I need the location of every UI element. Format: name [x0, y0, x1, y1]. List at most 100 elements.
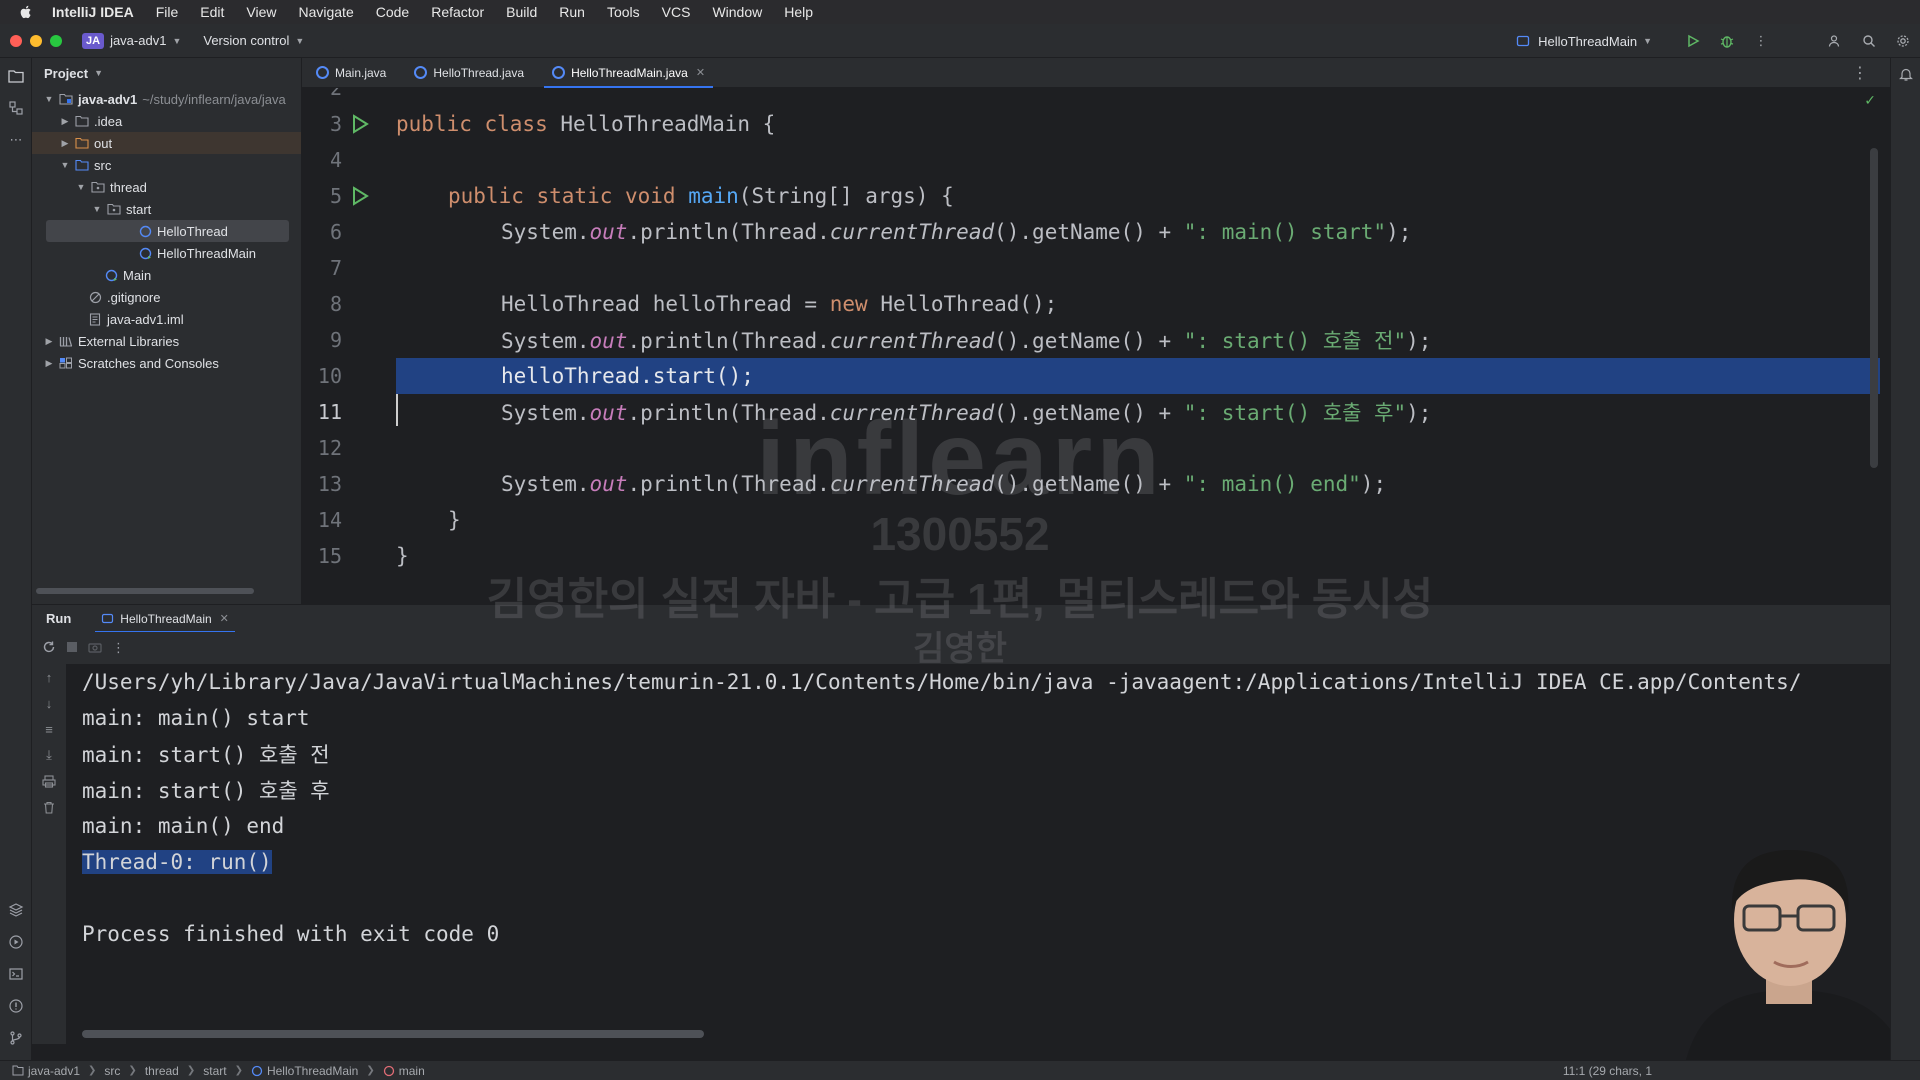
close-window-button[interactable]: [10, 34, 22, 47]
tree-item-hellothreadmain[interactable]: HelloThreadMain: [32, 242, 301, 264]
search-everywhere-button[interactable]: [1852, 24, 1886, 58]
tree-item-thread[interactable]: ▼ thread: [32, 176, 301, 198]
tree-item-external-libraries[interactable]: ▶ External Libraries: [32, 330, 301, 352]
menu-help[interactable]: Help: [784, 4, 813, 20]
code-editor[interactable]: ✓ 2 3 public class HelloThreadMain { 4 5…: [302, 88, 1890, 604]
tree-item-iml[interactable]: java-adv1.iml: [32, 308, 301, 330]
stop-button[interactable]: [66, 641, 78, 656]
tree-item-gitignore[interactable]: .gitignore: [32, 286, 301, 308]
more-tools-button[interactable]: ⋯: [0, 124, 32, 156]
menu-app-name[interactable]: IntelliJ IDEA: [52, 4, 134, 20]
menu-code[interactable]: Code: [376, 4, 409, 20]
project-switcher[interactable]: JA java-adv1 ▼: [82, 32, 181, 49]
breadcrumb-project[interactable]: java-adv1: [12, 1064, 80, 1078]
code-text: HelloThread helloThread = new HelloThrea…: [501, 292, 1058, 316]
tree-item-java-adv1[interactable]: ▼ java-adv1 ~/study/inflearn/java/java: [32, 88, 301, 110]
clear-console-button[interactable]: [32, 794, 66, 820]
tab-hellothreadmain-java[interactable]: HelloThreadMain.java ✕: [538, 58, 719, 88]
close-tab-icon[interactable]: ✕: [696, 66, 705, 79]
debug-button[interactable]: [1710, 24, 1744, 58]
camera-button[interactable]: [88, 641, 102, 656]
breadcrumb-class[interactable]: HelloThreadMain: [251, 1064, 358, 1078]
breadcrumb-src[interactable]: src: [104, 1064, 120, 1078]
project-horizontal-scrollbar[interactable]: [36, 588, 254, 594]
notifications-button[interactable]: [1891, 58, 1920, 90]
tree-label: HelloThread: [157, 223, 228, 239]
line-number: 2: [329, 88, 342, 100]
console-line: main: start() 호출 전: [82, 743, 330, 767]
scroll-to-end-button[interactable]: ⤓: [32, 742, 66, 768]
presenter-image: [1682, 850, 1912, 1080]
project-tool-button[interactable]: [0, 60, 32, 92]
print-button[interactable]: [32, 768, 66, 794]
structure-tool-button[interactable]: [0, 92, 32, 124]
run-panel-title: Run: [46, 611, 72, 626]
problems-tool-button[interactable]: [0, 990, 32, 1022]
menu-navigate[interactable]: Navigate: [298, 4, 353, 20]
line-number: 10: [317, 364, 342, 388]
tree-item-hellothread[interactable]: HelloThread: [46, 220, 289, 242]
minimize-window-button[interactable]: [30, 34, 42, 47]
breadcrumb-thread[interactable]: thread: [145, 1064, 179, 1078]
menu-view[interactable]: View: [246, 4, 276, 20]
run-tool-button[interactable]: [0, 926, 32, 958]
run-tab-hellothreadmain[interactable]: HelloThreadMain ✕: [95, 605, 235, 633]
breadcrumb-method[interactable]: main: [383, 1064, 425, 1078]
close-tab-icon[interactable]: ✕: [220, 612, 229, 625]
menu-tools[interactable]: Tools: [607, 4, 640, 20]
run-gutter-button[interactable]: [348, 114, 372, 134]
tab-hellothread-java[interactable]: HelloThread.java: [400, 58, 538, 88]
scroll-up-button[interactable]: ↑: [32, 664, 66, 690]
terminal-tool-button[interactable]: [0, 958, 32, 990]
person-add-icon: [1828, 35, 1840, 47]
more-actions-button[interactable]: ⋮: [1744, 24, 1778, 58]
tree-item-out[interactable]: ▶ out: [32, 132, 301, 154]
vcs-widget[interactable]: Version control ▼: [203, 33, 304, 48]
git-tool-button[interactable]: [0, 1022, 32, 1054]
menu-file[interactable]: File: [156, 4, 179, 20]
run-gutter-button[interactable]: [348, 186, 372, 206]
chevron-right-icon: ❯: [88, 1065, 97, 1076]
tree-item-start[interactable]: ▼ start: [32, 198, 301, 220]
menu-window[interactable]: Window: [712, 4, 762, 20]
tree-item-src[interactable]: ▼ src: [32, 154, 301, 176]
tab-main-java[interactable]: Main.java: [302, 58, 400, 88]
status-bar: java-adv1 ❯ src ❯ thread ❯ start ❯ Hello…: [0, 1060, 1920, 1080]
run-console[interactable]: /Users/yh/Library/Java/JavaVirtualMachin…: [66, 664, 1890, 1044]
menu-vcs[interactable]: VCS: [662, 4, 691, 20]
scroll-down-button[interactable]: ↓: [32, 690, 66, 716]
services-tool-button[interactable]: [0, 894, 32, 926]
right-tool-window-strip: [1890, 58, 1920, 1060]
caret-position[interactable]: 11:1 (29 chars, 1: [1563, 1064, 1652, 1078]
tab-label: HelloThread.java: [433, 65, 525, 80]
settings-button[interactable]: [1886, 24, 1920, 58]
tree-item-idea[interactable]: ▶ .idea: [32, 110, 301, 132]
more-horizontal-icon: ⋯: [9, 132, 23, 147]
code-line: 10 helloThread.start();: [302, 358, 1890, 394]
run-more-button[interactable]: ⋮: [112, 640, 125, 656]
breadcrumb-start[interactable]: start: [203, 1064, 226, 1078]
module-folder-icon: [12, 1065, 24, 1076]
tab-options-button[interactable]: ⋮: [1852, 63, 1868, 83]
tree-item-scratches[interactable]: ▶ Scratches and Consoles: [32, 352, 301, 374]
menu-refactor[interactable]: Refactor: [431, 4, 484, 20]
run-config-name: HelloThreadMain: [1538, 33, 1638, 49]
rerun-button[interactable]: [42, 640, 56, 657]
run-configuration-selector[interactable]: HelloThreadMain ▼: [1516, 34, 1652, 49]
zoom-window-button[interactable]: [50, 34, 62, 47]
wrap-icon: ≡: [45, 721, 53, 737]
tree-item-main[interactable]: Main: [32, 264, 301, 286]
console-horizontal-scrollbar[interactable]: [82, 1030, 704, 1038]
editor-vertical-scrollbar[interactable]: [1870, 148, 1878, 468]
run-button[interactable]: [1676, 24, 1710, 58]
code-text: System.out.println(Thread.currentThread(…: [501, 329, 1432, 353]
code-text: helloThread.start();: [501, 364, 754, 388]
project-panel-header[interactable]: Project ▼: [32, 58, 301, 88]
menu-run[interactable]: Run: [559, 4, 585, 20]
code-with-me-button[interactable]: [1818, 24, 1852, 58]
apple-icon[interactable]: [18, 4, 34, 20]
menu-edit[interactable]: Edit: [200, 4, 224, 20]
menu-build[interactable]: Build: [506, 4, 537, 20]
soft-wrap-button[interactable]: ≡: [32, 716, 66, 742]
run-tool-window-header: Run HelloThreadMain ✕: [32, 604, 1890, 633]
